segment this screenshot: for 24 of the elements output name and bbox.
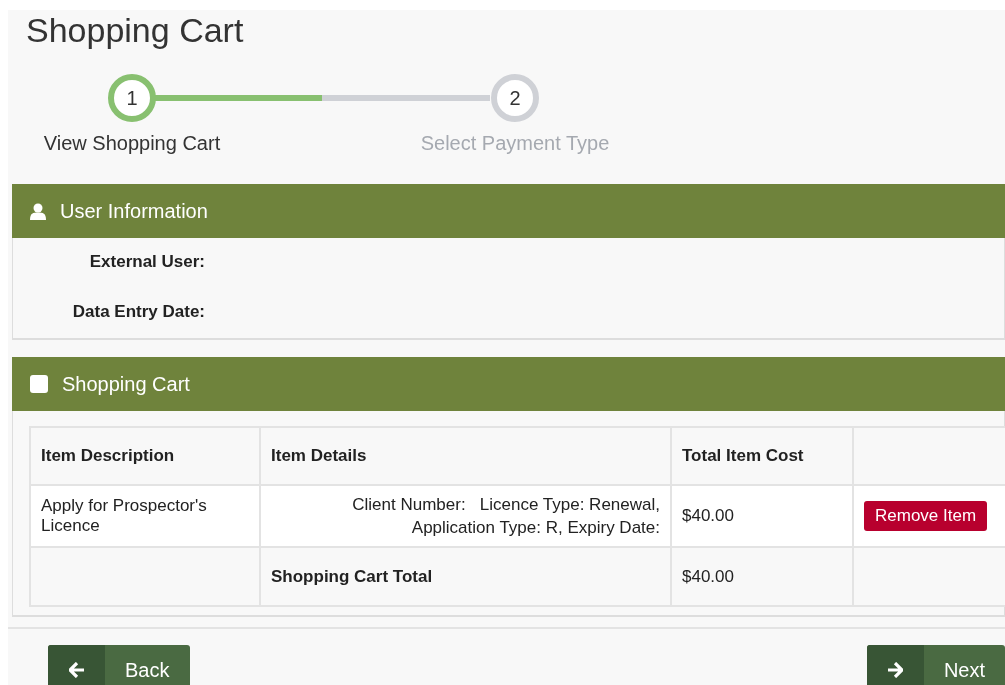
item-details: Client Number: Licence Type: Renewal, Application Type: R, Expiry Date:: [351, 494, 660, 539]
total-label: Shopping Cart Total: [271, 566, 433, 586]
field-label: Data Entry Date:: [71, 302, 205, 322]
field-label: External User:: [88, 252, 205, 272]
next-button[interactable]: Next: [866, 645, 1005, 685]
step-circle: 2: [491, 74, 539, 122]
column-header: Item Description: [41, 446, 175, 465]
square-icon: [30, 375, 48, 393]
panel-title: User Information: [60, 199, 208, 223]
step-label: Select Payment Type: [420, 132, 610, 155]
page-title: Shopping Cart: [25, 10, 245, 51]
item-cost: $40.00: [682, 506, 734, 525]
step-label: View Shopping Cart: [43, 132, 221, 155]
right-arrow-icon: [887, 662, 904, 678]
remove-item-button[interactable]: Remove Item: [864, 501, 988, 531]
item-description: Apply for Prospector's Licence: [41, 496, 207, 535]
left-arrow-icon: [68, 662, 85, 678]
step-circle: 1: [108, 74, 156, 122]
user-icon: [30, 202, 46, 220]
column-header: Item Details: [271, 446, 367, 465]
back-button[interactable]: Back: [48, 645, 191, 685]
total-cost: $40.00: [682, 566, 734, 586]
panel-title: Shopping Cart: [62, 372, 190, 396]
column-header: Total Item Cost: [682, 446, 804, 465]
